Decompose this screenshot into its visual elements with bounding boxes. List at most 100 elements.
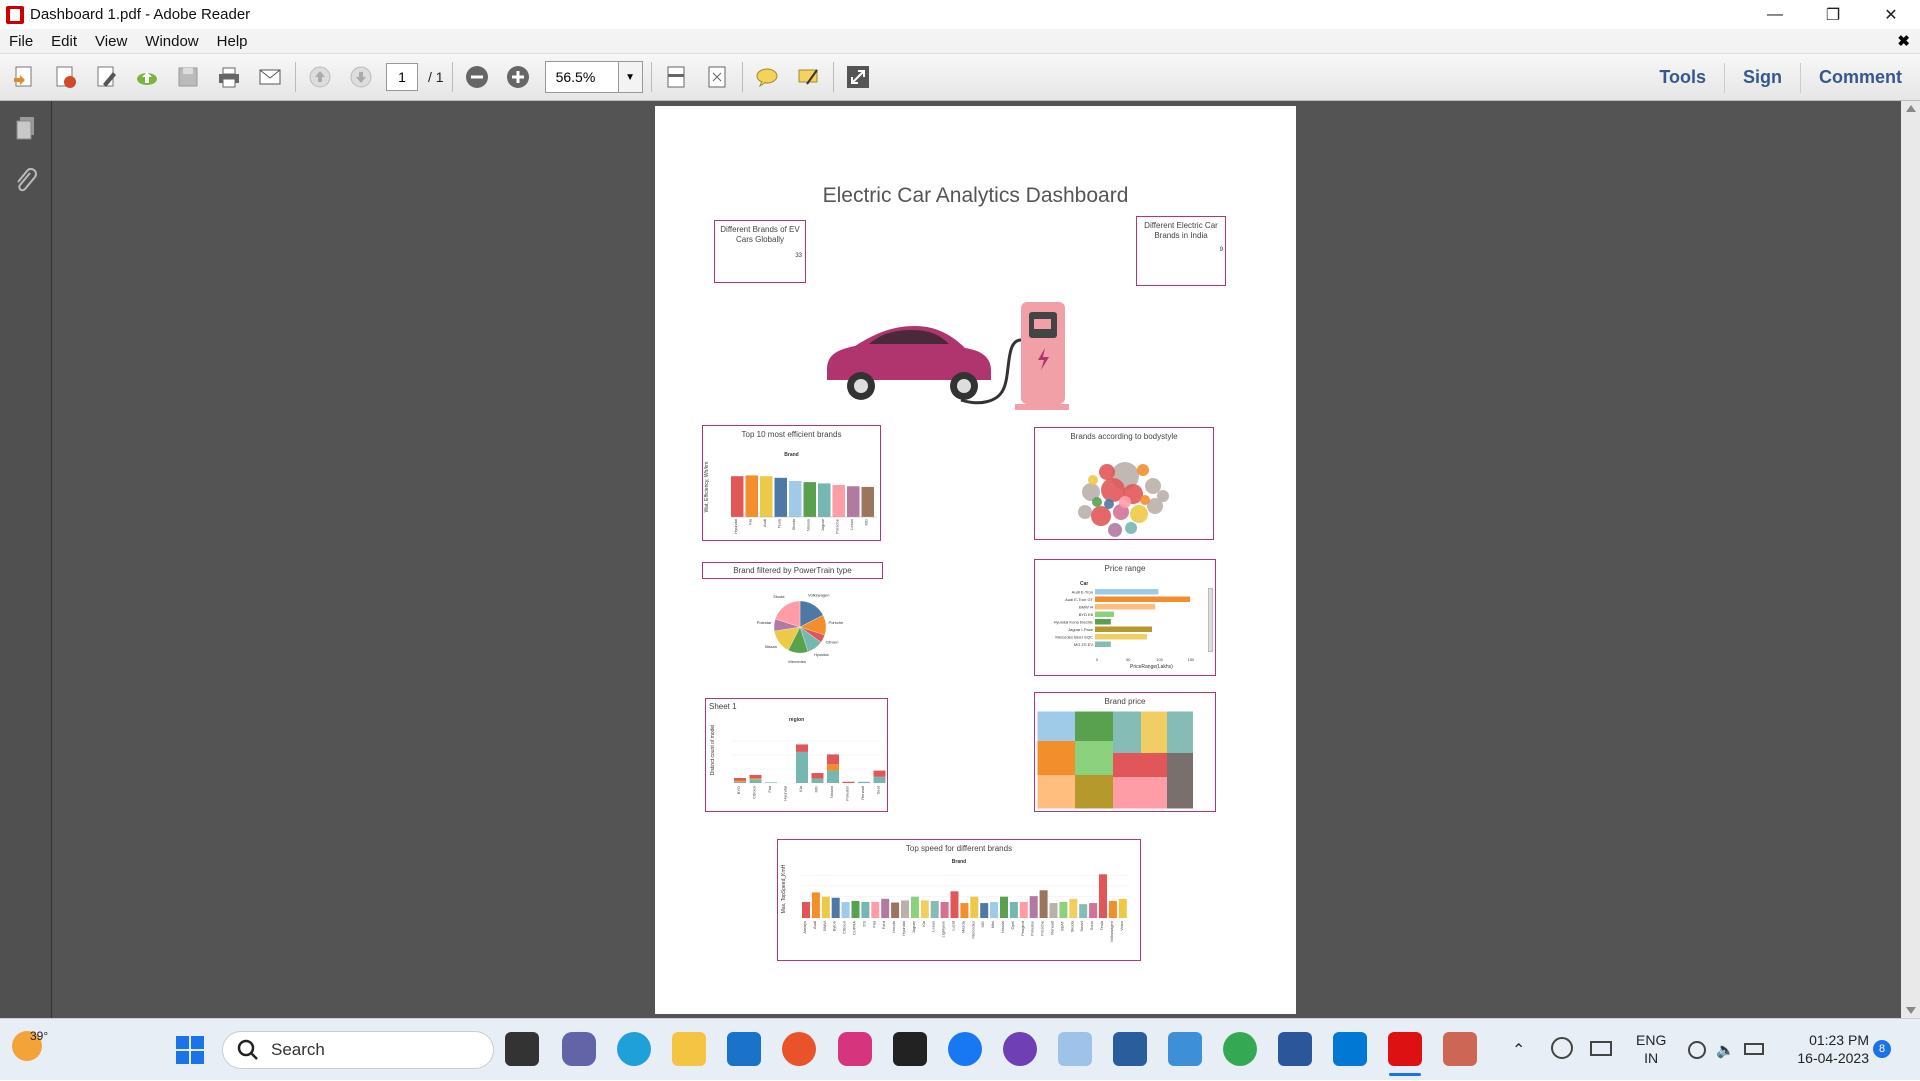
menu-edit[interactable]: Edit (42, 33, 86, 50)
chart-card-price-range: Price range Car Audi E-Tron Audi E-Tron G… (1034, 559, 1216, 676)
battery-icon[interactable] (1744, 1043, 1764, 1055)
topspeed-tick-label: Hyundai (901, 921, 906, 936)
price-bar (1095, 634, 1147, 640)
fit-page-button[interactable] (700, 60, 734, 94)
tools-pane-button[interactable]: Tools (1641, 63, 1724, 93)
snipping-tool-icon[interactable] (1443, 1032, 1477, 1066)
comment-pane-button[interactable]: Comment (1799, 62, 1920, 93)
sheet1-tick-label: Citroen (752, 786, 757, 799)
price-x-tick: 150 (1188, 657, 1195, 662)
network-app-icon[interactable] (1058, 1032, 1092, 1066)
top10-bar (731, 476, 744, 517)
chrome-icon[interactable] (1223, 1032, 1257, 1066)
vscode-icon[interactable] (1333, 1032, 1367, 1066)
word-icon[interactable] (1278, 1032, 1312, 1066)
github-icon[interactable] (1003, 1032, 1037, 1066)
firefox-icon[interactable] (782, 1032, 816, 1066)
topspeed-bar (831, 897, 840, 918)
menu-view[interactable]: View (86, 33, 136, 50)
teams-chat-icon[interactable] (562, 1032, 596, 1066)
instagram-icon[interactable] (838, 1032, 872, 1066)
sheet1-tick-label: MG (814, 786, 819, 792)
email-button[interactable] (253, 60, 287, 94)
upload-button[interactable] (130, 60, 164, 94)
add-comment-button[interactable] (750, 60, 784, 94)
volume-icon[interactable]: 🔈 (1716, 1041, 1735, 1059)
zoom-level-input[interactable]: 56.5% (544, 61, 619, 93)
create-pdf-button[interactable] (7, 60, 41, 94)
topspeed-bar (1118, 898, 1127, 918)
zoom-out-button[interactable] (460, 60, 494, 94)
top10-bar (861, 486, 874, 517)
active-app-indicator (1389, 1073, 1421, 1076)
topspeed-bar (802, 902, 810, 918)
menu-file[interactable]: File (0, 33, 42, 50)
notification-badge[interactable]: 8 (1873, 1040, 1891, 1058)
globe-network-icon[interactable] (1688, 1041, 1706, 1059)
zoom-in-button[interactable] (501, 60, 535, 94)
edge-browser-icon[interactable] (617, 1032, 651, 1066)
export-pdf-button[interactable] (48, 60, 82, 94)
clock[interactable]: 01:23 PM 16-04-2023 (1785, 1031, 1869, 1067)
price-scrollbar[interactable] (1208, 588, 1213, 652)
toolbar-separator (741, 62, 743, 92)
top10-bar (774, 477, 787, 517)
price-category-label: BYD E6 (1079, 612, 1094, 617)
menu-help[interactable]: Help (208, 33, 257, 50)
minimize-button[interactable]: — (1746, 0, 1804, 29)
kpi-global-label: Different Brands of EV Cars Globally (720, 225, 800, 244)
windows-start-icon[interactable] (174, 1034, 206, 1066)
mail-app-icon[interactable] (727, 1032, 761, 1066)
sync-icon[interactable] (1551, 1037, 1573, 1059)
topspeed-tick-label: Lexus (931, 921, 936, 932)
top10-tick-label: Jaguar (820, 518, 825, 531)
language-indicator[interactable]: ENG IN (1636, 1031, 1666, 1067)
restore-button[interactable]: ❐ (1804, 0, 1862, 29)
price-category-label: MG ZS EV (1074, 642, 1093, 647)
zoom-dropdown-button[interactable]: ▼ (618, 61, 643, 93)
edit-pdf-button[interactable] (89, 60, 123, 94)
previous-page-button[interactable] (303, 60, 337, 94)
topspeed-tick-label: Sono (1089, 920, 1094, 930)
highlight-button[interactable] (791, 60, 825, 94)
shield-app-icon[interactable] (1113, 1032, 1147, 1066)
toolbar: 1 / 1 56.5% ▼ Tools Sign Comment (0, 54, 1920, 101)
topspeed-bar (851, 900, 860, 918)
show-hidden-icons-chevron-icon[interactable]: ⌃ (1512, 1040, 1525, 1060)
photos-app-icon[interactable] (1168, 1032, 1202, 1066)
topspeed-tick-label: Renault (1050, 920, 1055, 935)
sheet1-bar-segment (796, 744, 808, 752)
topspeed-tick-label: Lucid (951, 921, 956, 931)
sign-pane-button[interactable]: Sign (1723, 62, 1800, 93)
navigation-panel (0, 101, 52, 1018)
kpi-india-value: 9 (1219, 247, 1223, 253)
taskbar-search-box[interactable]: Search (222, 1031, 494, 1069)
top-speed-bar-chart: Aiways Audi BMW Byton Citroen CUPRA DS Fiat Ford… (800, 874, 1130, 942)
scroll-down-arrow-icon[interactable] (1906, 1007, 1916, 1014)
top10-tick-label: Kia (748, 518, 753, 525)
topspeed-bar (1069, 898, 1078, 918)
topspeed-bar (1108, 900, 1117, 918)
close-button[interactable]: ✕ (1862, 0, 1920, 29)
task-view-icon[interactable] (505, 1032, 539, 1066)
arc-app-icon[interactable] (893, 1032, 927, 1066)
next-page-button[interactable] (344, 60, 378, 94)
full-screen-button[interactable] (841, 60, 875, 94)
menu-window[interactable]: Window (136, 33, 207, 50)
save-button[interactable] (171, 60, 205, 94)
keyboard-icon[interactable] (1590, 1041, 1612, 1056)
topspeed-bar (841, 902, 850, 918)
sheet1-tick-label: Fiat (767, 785, 772, 793)
attachments-icon[interactable] (12, 167, 40, 195)
close-document-button[interactable]: ✖ (1897, 32, 1910, 50)
scroll-up-arrow-icon[interactable] (1906, 105, 1916, 112)
sheet1-bar-segment (734, 778, 746, 781)
print-button[interactable] (212, 60, 246, 94)
facebook-icon[interactable] (948, 1032, 982, 1066)
scrolling-mode-button[interactable] (659, 60, 693, 94)
adobe-reader-taskbar-icon[interactable] (1388, 1032, 1422, 1066)
file-explorer-icon[interactable] (672, 1032, 706, 1066)
page-number-input[interactable]: 1 (386, 63, 418, 91)
vertical-scrollbar[interactable] (1901, 101, 1920, 1018)
page-thumbnails-icon[interactable] (12, 114, 40, 142)
